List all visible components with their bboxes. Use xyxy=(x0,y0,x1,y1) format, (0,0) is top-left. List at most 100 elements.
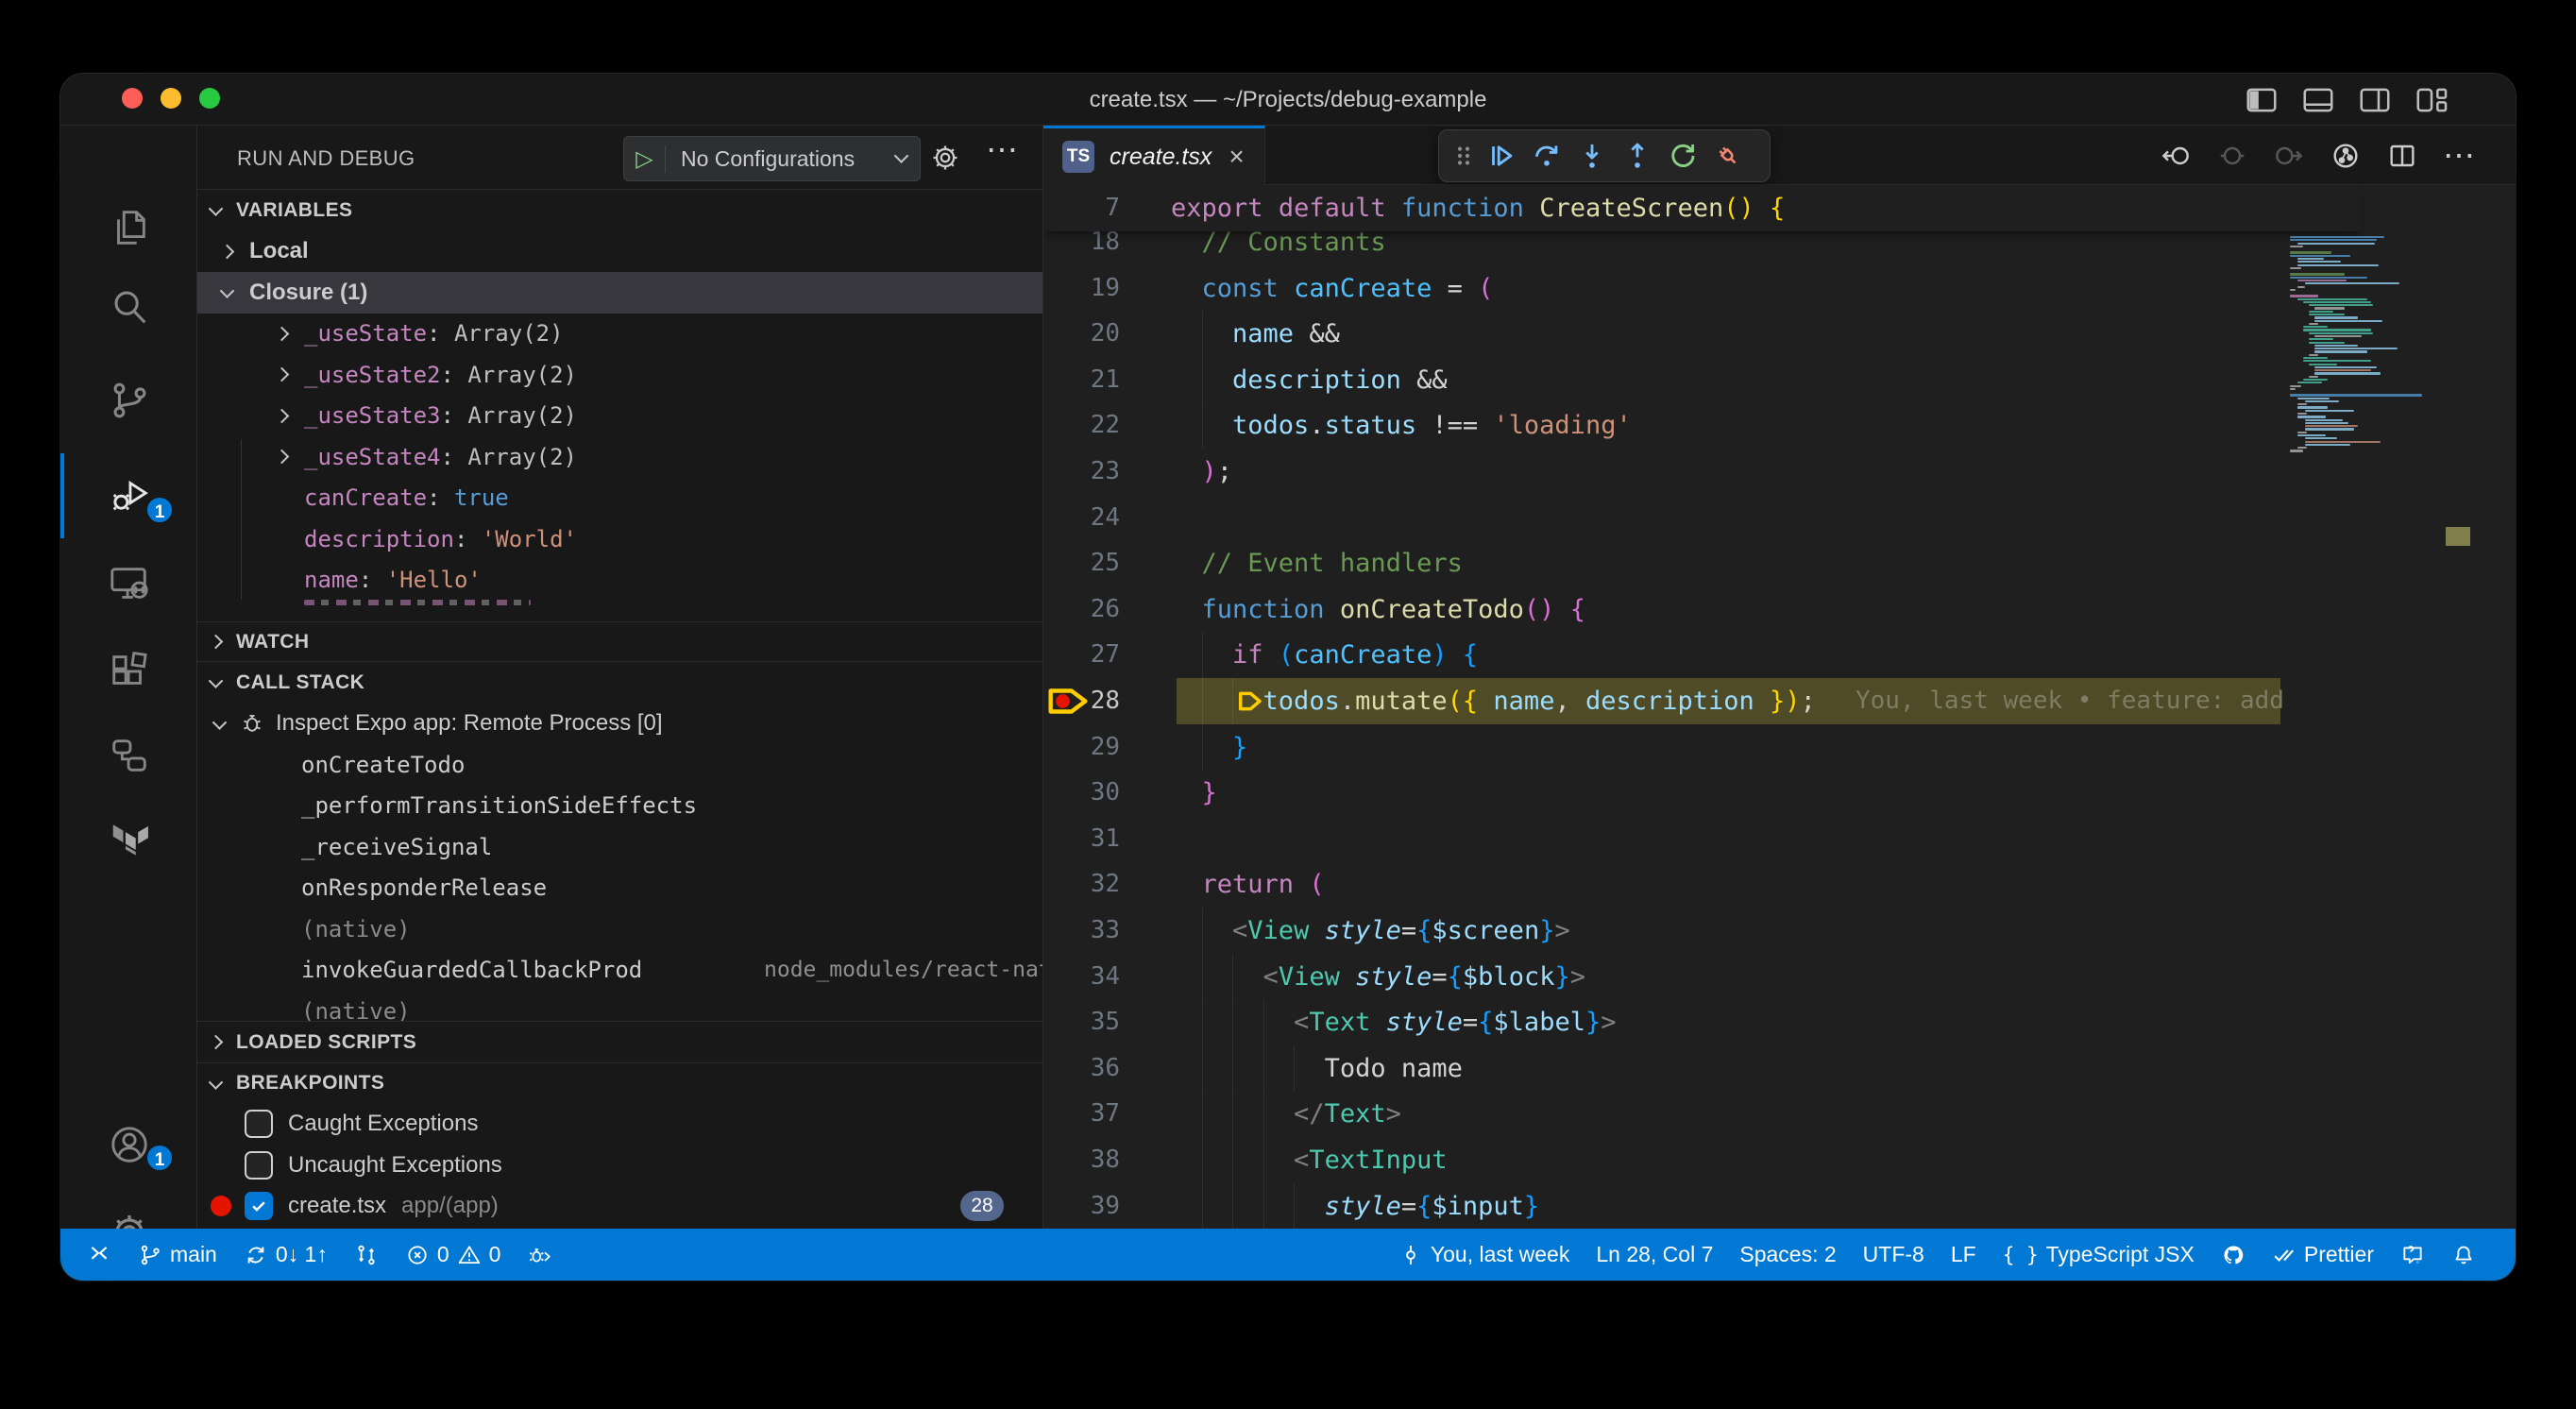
line-number[interactable]: 39 xyxy=(1043,1183,1120,1229)
remote-indicator-icon[interactable] xyxy=(87,1243,111,1267)
variable-row[interactable]: _useState4: Array(2) xyxy=(197,436,1043,478)
breakpoint-checkbox[interactable] xyxy=(245,1192,273,1220)
line-number[interactable]: 38 xyxy=(1043,1137,1120,1183)
code-line[interactable]: 29 } xyxy=(1043,724,2516,771)
step-over-icon[interactable] xyxy=(1524,133,1569,178)
code-line[interactable]: 33 <View style={$screen}> xyxy=(1043,908,2516,954)
code-line[interactable]: 25 // Event handlers xyxy=(1043,540,2516,586)
code-line[interactable]: 32 return ( xyxy=(1043,861,2516,908)
breakpoint-checkbox[interactable] xyxy=(245,1110,273,1138)
stack-frame-row[interactable]: invokeGuardedCallbackProdnode_modules/re… xyxy=(197,949,1043,991)
breakpoint-row[interactable]: Caught Exceptions xyxy=(197,1103,1043,1145)
breakpoint-row[interactable]: create.tsxapp/(app)28 xyxy=(197,1185,1043,1227)
compare-changes-icon[interactable] xyxy=(354,1243,379,1267)
line-number[interactable]: 35 xyxy=(1043,999,1120,1045)
line-number[interactable]: 20 xyxy=(1043,311,1120,357)
toggle-panel-icon[interactable] xyxy=(2300,82,2336,118)
code-line[interactable]: 35 <Text style={$label}> xyxy=(1043,999,2516,1045)
eol-status[interactable]: LF xyxy=(1951,1242,1976,1267)
line-number[interactable]: 21 xyxy=(1043,357,1120,403)
line-number[interactable]: 26 xyxy=(1043,586,1120,633)
source-control-icon[interactable] xyxy=(60,363,197,438)
line-number[interactable]: 24 xyxy=(1043,495,1120,541)
sticky-scroll-line[interactable]: 7export default function CreateScreen() … xyxy=(1043,185,2361,231)
code-line[interactable]: 37 </Text> xyxy=(1043,1091,2516,1137)
code-line[interactable]: 26 function onCreateTodo() { xyxy=(1043,586,2516,633)
tab-create-tsx[interactable]: TS create.tsx × xyxy=(1043,126,1265,185)
variable-row[interactable]: _useState3: Array(2) xyxy=(197,395,1043,436)
navigate-forward-icon[interactable] xyxy=(2266,133,2312,178)
variable-row[interactable]: _useState2: Array(2) xyxy=(197,354,1043,396)
twisty-icon[interactable] xyxy=(212,715,228,730)
breakpoint-checkbox[interactable] xyxy=(245,1151,273,1180)
twisty-icon[interactable] xyxy=(275,408,290,423)
debug-settings-gear-icon[interactable] xyxy=(929,142,961,174)
line-number[interactable]: 32 xyxy=(1043,861,1120,908)
code-line[interactable]: 31 xyxy=(1043,816,2516,862)
line-number[interactable]: 33 xyxy=(1043,908,1120,954)
toggle-primary-sidebar-icon[interactable] xyxy=(2244,82,2279,118)
line-number[interactable]: 37 xyxy=(1043,1091,1120,1137)
accounts-icon[interactable]: 1 xyxy=(60,1107,197,1182)
timeline-icon[interactable] xyxy=(2323,133,2368,178)
code-line[interactable]: 39 style={$input} xyxy=(1043,1183,2516,1229)
search-icon[interactable] xyxy=(60,269,197,345)
twisty-icon[interactable] xyxy=(275,367,290,382)
code-area[interactable]: 18 // Constants19 const canCreate = (20 … xyxy=(1043,185,2516,1229)
debug-session-status-icon[interactable] xyxy=(527,1243,551,1267)
code-line[interactable]: 24 xyxy=(1043,495,2516,541)
breakpoint-row[interactable]: Uncaught Exceptions xyxy=(197,1145,1043,1186)
line-number[interactable]: 23 xyxy=(1043,449,1120,495)
line-number[interactable]: 22 xyxy=(1043,402,1120,449)
code-line[interactable]: 28 todos.mutate({ name, description });Y… xyxy=(1043,678,2516,724)
step-into-icon[interactable] xyxy=(1569,133,1615,178)
run-and-debug-icon[interactable]: 1 xyxy=(60,457,197,533)
variable-scope-row[interactable]: Local xyxy=(197,230,1043,272)
code-line[interactable]: 30 } xyxy=(1043,770,2516,816)
sync-changes-status[interactable]: 0↓ 1↑ xyxy=(244,1242,328,1267)
github-icon[interactable] xyxy=(2221,1243,2246,1267)
remote-explorer-icon[interactable] xyxy=(60,546,197,621)
continue-icon[interactable] xyxy=(1479,133,1524,178)
toggle-secondary-sidebar-icon[interactable] xyxy=(2357,82,2393,118)
variable-row[interactable]: description: 'World' xyxy=(197,518,1043,560)
line-number[interactable]: 29 xyxy=(1043,724,1120,771)
split-editor-icon[interactable] xyxy=(2380,133,2425,178)
twisty-icon[interactable] xyxy=(220,283,235,298)
stack-frame-row[interactable]: onCreateTodo xyxy=(197,744,1043,786)
feedback-icon[interactable] xyxy=(2400,1243,2425,1267)
stack-frame-row[interactable]: _receiveSignal xyxy=(197,826,1043,868)
line-number[interactable]: 30 xyxy=(1043,770,1120,816)
stack-frame-row[interactable]: (native) xyxy=(197,908,1043,950)
blame-source-status[interactable]: You, last week xyxy=(1398,1242,1569,1267)
debug-configuration-dropdown[interactable]: ▷ No Configurations xyxy=(623,136,921,181)
views-more-actions-icon[interactable]: ⋯ xyxy=(986,131,1018,169)
stack-frame-row[interactable]: onResponderRelease xyxy=(197,867,1043,908)
section-header-breakpoints[interactable]: BREAKPOINTS xyxy=(197,1062,1042,1103)
variable-row[interactable]: _useState: Array(2) xyxy=(197,313,1043,354)
customize-layout-icon[interactable] xyxy=(2414,82,2449,118)
navigate-back-icon[interactable] xyxy=(2153,133,2198,178)
tab-close-icon[interactable]: × xyxy=(1229,144,1244,170)
section-header-watch[interactable]: WATCH xyxy=(197,621,1042,661)
navigate-placeholder-icon[interactable] xyxy=(2210,133,2255,178)
stack-frame-row[interactable]: _performTransitionSideEffects xyxy=(197,785,1043,826)
git-branch-status[interactable]: main xyxy=(138,1242,217,1267)
line-number[interactable]: 19 xyxy=(1043,265,1120,312)
code-line[interactable]: 36 Todo name xyxy=(1043,1045,2516,1092)
section-header-variables[interactable]: VARIABLES xyxy=(197,189,1042,230)
indentation-status[interactable]: Spaces: 2 xyxy=(1739,1242,1836,1267)
extensions-icon[interactable] xyxy=(60,633,197,708)
code-line[interactable]: 38 <TextInput xyxy=(1043,1137,2516,1183)
code-line[interactable]: 27 if (canCreate) { xyxy=(1043,632,2516,678)
twisty-icon[interactable] xyxy=(275,450,290,465)
line-number[interactable]: 28 xyxy=(1043,678,1120,724)
notifications-bell-icon[interactable] xyxy=(2451,1243,2476,1267)
variable-row[interactable]: canCreate: true xyxy=(197,477,1043,518)
start-debugging-icon[interactable]: ▷ xyxy=(624,145,666,173)
terraform-icon[interactable] xyxy=(60,802,197,877)
minimap[interactable] xyxy=(2290,236,2447,453)
code-line[interactable]: 34 <View style={$block}> xyxy=(1043,954,2516,1000)
line-number[interactable]: 25 xyxy=(1043,540,1120,586)
language-mode-status[interactable]: { } TypeScript JSX xyxy=(2003,1242,2195,1267)
